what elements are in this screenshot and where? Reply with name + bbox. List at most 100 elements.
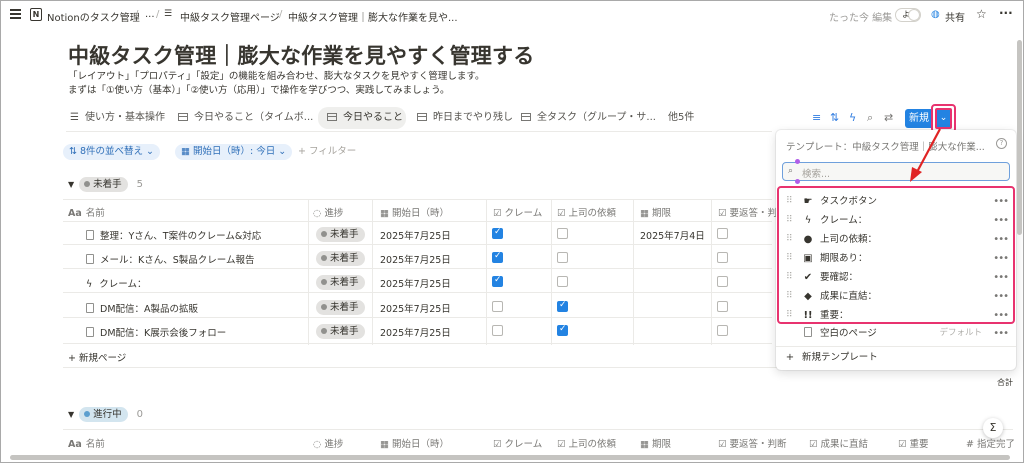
- automation-icon[interactable]: ϟ: [849, 111, 856, 124]
- tab-today-timebox[interactable]: 今日やること（タイムボ...: [174, 107, 317, 129]
- tab-leftover[interactable]: 昨日までやり残し: [413, 107, 517, 129]
- row-date[interactable]: 2025年7月25日: [380, 276, 451, 290]
- row-date[interactable]: 2025年7月25日: [380, 252, 451, 266]
- tab-basic-usage[interactable]: ☰ 使い方・基本操作: [66, 107, 169, 129]
- column-header-results[interactable]: ☑ 成果に直結: [809, 436, 868, 450]
- breadcrumb-current[interactable]: 中級タスク管理｜膨大な作業を見や...: [288, 9, 458, 24]
- claim-checkbox[interactable]: [492, 251, 503, 263]
- column-header-deadline[interactable]: ▦ 期限: [640, 205, 671, 219]
- boss-checkbox[interactable]: [557, 228, 568, 239]
- progress-icon: ◌: [313, 208, 325, 219]
- group-count: 5: [136, 179, 144, 190]
- column-header-boss-request[interactable]: ☑ 上司の依頼: [557, 205, 616, 219]
- row-status[interactable]: 未着手: [316, 227, 365, 242]
- new-template-button[interactable]: + 新規テンプレート: [776, 348, 1016, 367]
- column-header-progress[interactable]: ◌ 進捗: [313, 205, 343, 219]
- column-header-start-date[interactable]: ▦ 開始日（時）: [380, 436, 449, 450]
- column-header-deadline[interactable]: ▦ 期限: [640, 436, 671, 450]
- caret-down-icon[interactable]: ▼: [68, 177, 74, 193]
- group-count: 0: [136, 409, 144, 420]
- tab-all-tasks[interactable]: 全タスク（グループ・サ...: [517, 107, 660, 129]
- help-icon[interactable]: Σ: [983, 418, 1003, 438]
- help-icon[interactable]: ?: [996, 138, 1007, 149]
- claim-checkbox[interactable]: [492, 301, 503, 312]
- page-icon: [86, 303, 94, 313]
- horizontal-scrollbar[interactable]: [10, 455, 1010, 460]
- column-header-progress[interactable]: ◌ 進捗: [313, 436, 343, 450]
- page-icon: [802, 324, 814, 343]
- reply-checkbox[interactable]: [717, 301, 728, 312]
- row-status[interactable]: 未着手: [316, 324, 365, 339]
- status-badge: 未着手: [79, 177, 128, 192]
- vertical-scrollbar[interactable]: [1017, 40, 1022, 235]
- breadcrumb-workspace[interactable]: Notionのタスク管理: [47, 9, 140, 24]
- claim-checkbox[interactable]: [492, 227, 503, 239]
- breadcrumb-parent[interactable]: 中級タスク管理ページ: [180, 9, 280, 24]
- column-header-name[interactable]: Aa 名前: [68, 436, 105, 450]
- reply-checkbox[interactable]: [717, 325, 728, 336]
- search-icon[interactable]: ⌕: [867, 111, 873, 125]
- star-icon[interactable]: ☆: [976, 7, 987, 21]
- column-header-start-date[interactable]: ▦ 開始日（時）: [380, 205, 449, 219]
- claim-checkbox[interactable]: [492, 275, 503, 287]
- progress-icon: ◌: [313, 439, 325, 450]
- top-bar: N Notionのタスク管理 / ... / ☰ 中級タスク管理ページ / 中級…: [0, 0, 1024, 30]
- tab-more[interactable]: 他5件: [664, 107, 698, 129]
- column-header-completion[interactable]: # 指定完了: [966, 436, 1015, 450]
- row-status[interactable]: 未着手: [316, 251, 365, 266]
- more-icon[interactable]: ···: [999, 6, 1013, 20]
- row-status[interactable]: 未着手: [316, 275, 365, 290]
- column-header-boss-request[interactable]: ☑ 上司の依頼: [557, 436, 616, 450]
- highlight-box: [777, 186, 1015, 324]
- boss-checkbox[interactable]: [557, 324, 568, 336]
- group-header-not-started[interactable]: ▼ 未着手 5: [68, 177, 143, 193]
- row-date[interactable]: 2025年7月25日: [380, 301, 451, 315]
- boss-checkbox[interactable]: [557, 252, 568, 263]
- sum-label[interactable]: 合計: [997, 377, 1013, 388]
- reply-checkbox[interactable]: [717, 228, 728, 239]
- row-deadline[interactable]: 2025年7月4日: [640, 228, 705, 242]
- add-filter-button[interactable]: + フィルター: [298, 144, 356, 160]
- tab-today[interactable]: 今日やること: [318, 107, 406, 129]
- column-divider: [486, 199, 487, 345]
- template-item-blank[interactable]: 空白のページ デフォルト •••: [776, 324, 1016, 343]
- sort-pill[interactable]: ⇅ 8件の並べ替え ⌄: [63, 144, 161, 160]
- column-header-claim[interactable]: ☑ クレーム: [493, 205, 542, 219]
- theme-toggle[interactable]: よ: [895, 8, 921, 22]
- breadcrumb-ellipsis[interactable]: ...: [145, 9, 155, 20]
- column-divider: [711, 199, 712, 345]
- date-filter-pill[interactable]: ▦ 開始日（時）: 今日 ⌄: [175, 144, 293, 160]
- column-header-important[interactable]: ☑ 重要: [898, 436, 929, 450]
- page-description-line1: 「レイアウト」「プロパティ」「設定」の機能を組み合わせ、膨大なタスクを見やすく管…: [68, 71, 485, 82]
- menu-icon[interactable]: [10, 9, 21, 19]
- checkbox-icon: ☑: [557, 208, 569, 219]
- divider: [63, 429, 1013, 430]
- row-date[interactable]: 2025年7月25日: [380, 325, 451, 339]
- column-header-reply[interactable]: ☑ 要返答・判断: [718, 436, 787, 450]
- sort-icon[interactable]: ⇅: [830, 111, 839, 124]
- globe-icon: ◍: [931, 9, 940, 20]
- template-search-input[interactable]: ⌕ 検索...: [782, 162, 1010, 181]
- group-header-in-progress[interactable]: ▼ 進行中 0: [68, 407, 143, 423]
- reply-checkbox[interactable]: [717, 276, 728, 287]
- page-icon: [86, 254, 94, 264]
- checkbox-icon: ☑: [493, 208, 505, 219]
- boss-checkbox[interactable]: [557, 276, 568, 287]
- more-icon[interactable]: •••: [993, 324, 1009, 343]
- settings-icon[interactable]: ⇄: [884, 111, 893, 124]
- row-date[interactable]: 2025年7月25日: [380, 228, 451, 242]
- column-header-name[interactable]: Aa 名前: [68, 205, 105, 219]
- annotation-arrow: [910, 128, 941, 182]
- column-header-claim[interactable]: ☑ クレーム: [493, 436, 542, 450]
- row-status[interactable]: 未着手: [316, 300, 365, 315]
- calendar-icon: ▦: [640, 439, 652, 450]
- filter-icon[interactable]: ≡: [812, 111, 821, 124]
- divider: [63, 343, 772, 344]
- reply-checkbox[interactable]: [717, 252, 728, 263]
- claim-checkbox[interactable]: [492, 325, 503, 336]
- new-page-button[interactable]: + 新規ページ: [68, 350, 126, 364]
- caret-down-icon[interactable]: ▼: [68, 407, 74, 423]
- divider: [63, 199, 772, 200]
- share-button[interactable]: 共有: [945, 9, 965, 24]
- boss-checkbox[interactable]: [557, 300, 568, 312]
